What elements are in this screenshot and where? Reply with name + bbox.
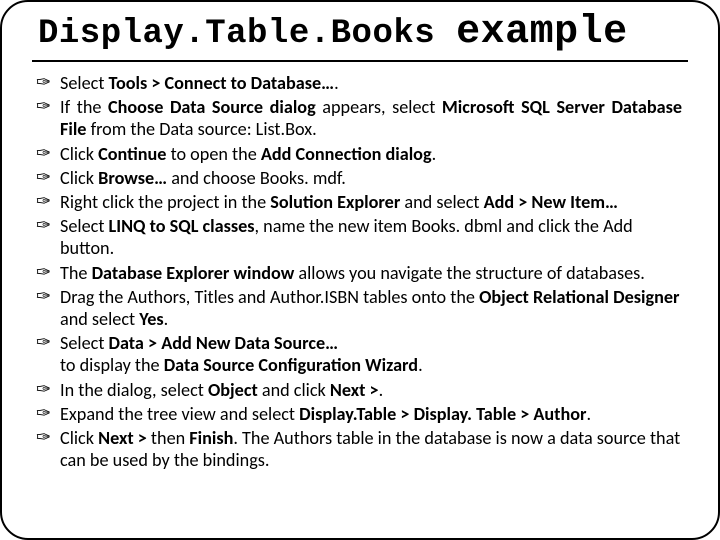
bullet-item: The Database Explorer window allows you … [60,262,682,284]
title-word-1: Display.Table.Books [38,15,435,53]
slide-frame: Display.Table.Books example Select Tools… [0,0,720,540]
bullet-item: Drag the Authors, Titles and Author.ISBN… [60,286,682,330]
bullet-item: If the Choose Data Source dialog appears… [60,96,682,140]
bullet-item: Select Data > Add New Data Source…to dis… [60,332,682,376]
title-underline [32,60,688,62]
bullet-item: Click Browse… and choose Books. mdf. [60,167,682,189]
bullet-item: Select LINQ to SQL classes, name the new… [60,215,682,259]
bullet-item: Right click the project in the Solution … [60,191,682,213]
bullet-item: Click Continue to open the Add Connectio… [60,143,682,165]
bullet-item: In the dialog, select Object and click N… [60,379,682,401]
bullet-item: Select Tools > Connect to Database…. [60,72,682,94]
title-word-2: example [456,10,628,55]
bullet-item: Click Next > then Finish. The Authors ta… [60,427,682,471]
bullet-item: Expand the tree view and select Display.… [60,403,682,425]
slide-title: Display.Table.Books example [38,12,688,54]
bullet-list: Select Tools > Connect to Database….If t… [32,72,688,471]
